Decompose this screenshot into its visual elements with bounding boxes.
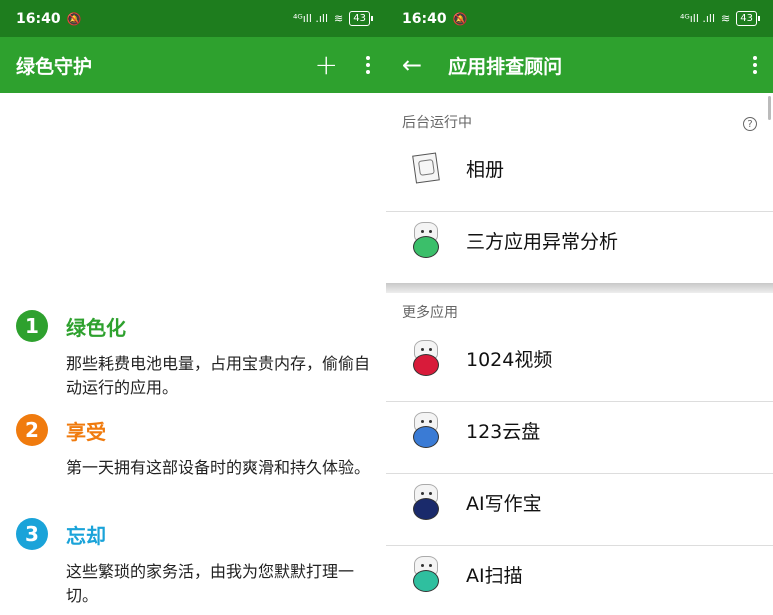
status-icons: ⁴ᴳıll .ıll ≋ 43: [292, 11, 373, 26]
feature-title: 绿色化: [66, 315, 126, 340]
signal-icon: ⁴ᴳıll .ıll: [679, 12, 716, 25]
overflow-menu-icon[interactable]: [753, 56, 757, 74]
app-name: AI写作宝: [466, 492, 542, 515]
feature-title: 忘却: [66, 523, 106, 548]
cat-icon: [410, 222, 442, 258]
status-time: 16:40: [16, 10, 61, 27]
feature-description: 第一天拥有这部设备时的爽滑和持久体验。: [66, 458, 371, 477]
app-name: 123云盘: [466, 420, 541, 443]
feature-number-badge: 1: [16, 310, 48, 342]
app-name: 相册: [466, 158, 505, 181]
section-label-more: 更多应用: [402, 305, 458, 321]
cat-icon: [410, 340, 442, 376]
feature-enjoy: 2 享受 第一天拥有这部设备时的爽滑和持久体验。: [16, 414, 370, 480]
status-bar: 16:40 🔕 ⁴ᴳıll .ıll ≋ 43: [0, 0, 386, 37]
battery-icon: 43: [349, 11, 373, 26]
add-icon[interactable]: +: [315, 51, 338, 79]
feature-number-badge: 2: [16, 414, 48, 446]
feature-description: 那些耗费电池电量，占用宝贵内存，偷偷自动运行的应用。: [66, 354, 371, 397]
overflow-menu-icon[interactable]: [366, 56, 370, 74]
battery-icon: 43: [736, 11, 760, 26]
app-title: 应用排查顾问: [448, 55, 563, 78]
app-title: 绿色守护: [16, 55, 93, 78]
feature-forget: 3 忘却 这些繁琐的家务活，由我为您默默打理一切。: [16, 518, 370, 608]
wifi-icon: ≋: [721, 12, 731, 25]
wifi-icon: ≋: [334, 12, 344, 25]
list-item[interactable]: 1024视频: [386, 322, 773, 394]
feature-number-badge: 3: [16, 518, 48, 550]
gallery-icon: [410, 150, 442, 186]
cat-icon: [410, 556, 442, 592]
help-icon[interactable]: ?: [743, 117, 757, 131]
section-separator: [386, 283, 773, 293]
app-name: 三方应用异常分析: [466, 230, 619, 253]
feature-description: 这些繁琐的家务活，由我为您默默打理一切。: [66, 562, 355, 605]
list-item[interactable]: AI写作宝: [386, 466, 773, 538]
status-time: 16:40: [402, 10, 447, 27]
status-icons: ⁴ᴳıll .ıll ≋ 43: [679, 11, 760, 26]
app-advisor-screen: 16:40 🔕 ⁴ᴳıll .ıll ≋ 43 ← 应用排查顾问 后台运行中 ?…: [386, 0, 773, 615]
list-item[interactable]: 相册: [386, 132, 773, 204]
green-guard-screen: 16:40 🔕 ⁴ᴳıll .ıll ≋ 43 绿色守护 + 1 绿色化 那些耗…: [0, 0, 386, 615]
mute-icon: 🔕: [66, 11, 82, 26]
mute-icon: 🔕: [452, 11, 468, 26]
feature-green: 1 绿色化 那些耗费电池电量，占用宝贵内存，偷偷自动运行的应用。: [16, 310, 370, 400]
list-item[interactable]: 三方应用异常分析: [386, 204, 773, 276]
status-bar: 16:40 🔕 ⁴ᴳıll .ıll ≋ 43: [386, 0, 773, 37]
app-name: AI扫描: [466, 564, 523, 587]
section-label-running: 后台运行中: [402, 115, 472, 131]
cat-icon: [410, 484, 442, 520]
app-bar: ← 应用排查顾问: [386, 37, 773, 93]
list-item[interactable]: 123云盘: [386, 394, 773, 466]
feature-title: 享受: [66, 419, 106, 444]
scrollbar[interactable]: [768, 96, 771, 120]
app-name: 1024视频: [466, 348, 553, 371]
back-arrow-icon[interactable]: ←: [402, 53, 422, 77]
app-bar: 绿色守护 +: [0, 37, 386, 93]
signal-icon: ⁴ᴳıll .ıll: [292, 12, 329, 25]
cat-icon: [410, 412, 442, 448]
list-item[interactable]: AI扫描: [386, 538, 773, 610]
